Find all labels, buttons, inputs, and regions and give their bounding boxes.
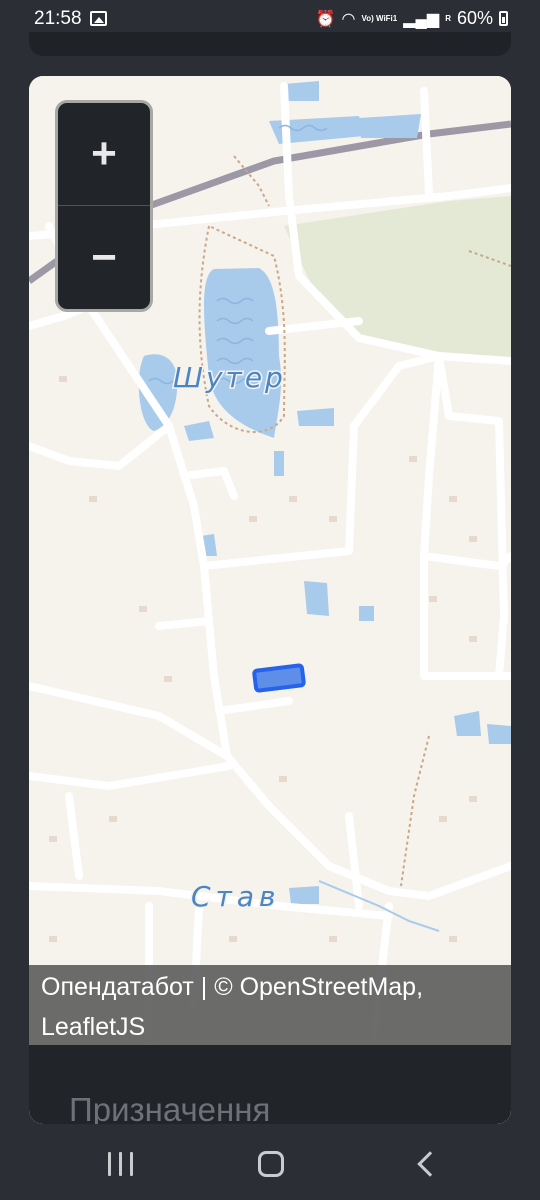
building — [409, 456, 417, 462]
pond-north-3 — [284, 81, 319, 101]
home-button[interactable] — [258, 1151, 284, 1177]
pond-north-2 — [359, 114, 421, 138]
building — [449, 936, 457, 942]
building — [449, 496, 457, 502]
wifi-icon: ◠ — [341, 10, 356, 28]
battery-percent: 60% — [456, 8, 493, 28]
pond-small-2 — [274, 451, 284, 476]
building — [469, 636, 477, 642]
road-small-2 — [155, 617, 213, 630]
zoom-in-button[interactable]: + — [58, 103, 150, 206]
building — [429, 596, 437, 602]
building — [59, 376, 67, 382]
building — [164, 676, 172, 682]
map-attribution: Опендатабот | © OpenStreetMap, LeafletJS — [29, 965, 511, 1045]
pond-south — [289, 886, 319, 904]
building — [289, 496, 297, 502]
details-section: Призначення — [29, 1045, 511, 1124]
recent-apps-button[interactable] — [108, 1152, 134, 1176]
navigation-bar — [0, 1124, 540, 1200]
building — [469, 536, 477, 542]
previous-card-edge — [29, 32, 511, 56]
signal-label: R — [445, 14, 451, 23]
building — [49, 836, 57, 842]
zoom-control: + − — [55, 100, 153, 312]
place-label-shuter: Шутер — [173, 361, 286, 394]
section-title: Призначення — [69, 1091, 271, 1124]
gallery-notification-icon — [90, 11, 107, 26]
status-icons: ⏰ ◠ Vo) WiFi1 ▂▄▆ R 60% — [316, 8, 508, 29]
building — [229, 936, 237, 942]
pond-small-4 — [359, 606, 374, 621]
place-label-stav: Став — [191, 880, 281, 913]
back-button[interactable] — [413, 1152, 437, 1176]
highlighted-parcel — [252, 663, 306, 693]
attribution-line-2[interactable]: LeafletJS — [41, 1007, 499, 1047]
building — [279, 776, 287, 782]
road-north-2 — [420, 87, 433, 198]
building — [139, 606, 147, 612]
building — [49, 936, 57, 942]
pond-east-2 — [487, 724, 511, 744]
map-card[interactable]: Шутер Став + − Опендатабот | © OpenStree… — [29, 76, 511, 1124]
pond-mid-2 — [297, 408, 334, 426]
alarm-icon: ⏰ — [315, 10, 336, 28]
battery-icon — [499, 11, 508, 26]
building — [469, 796, 477, 802]
building — [109, 816, 117, 822]
building — [329, 516, 337, 522]
building — [89, 496, 97, 502]
network-label: Vo) WiFi1 — [361, 14, 398, 23]
building — [439, 816, 447, 822]
pond-mid-1 — [304, 581, 329, 616]
signal-icon: ▂▄▆ — [403, 10, 440, 28]
building — [249, 516, 257, 522]
zoom-out-button[interactable]: − — [58, 206, 150, 309]
status-time: 21:58 — [34, 8, 82, 29]
building — [329, 936, 337, 942]
attribution-line-1[interactable]: Опендатабот | © OpenStreetMap, — [41, 967, 499, 1007]
